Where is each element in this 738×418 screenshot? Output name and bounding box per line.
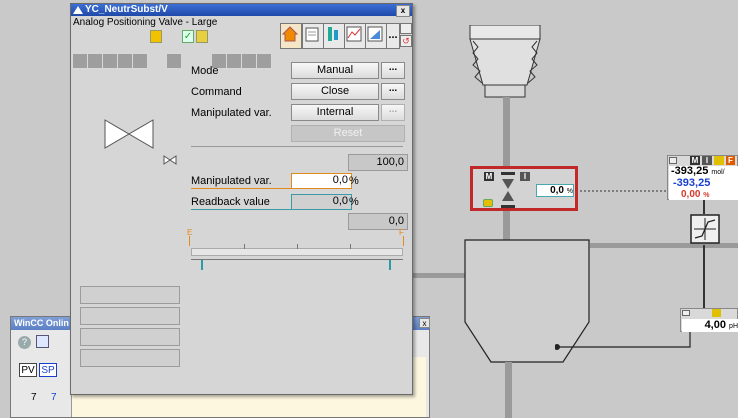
flow-mode-i-badge: I xyxy=(702,156,712,165)
wincc-close-button[interactable]: x xyxy=(419,318,430,328)
faceplate-titlebar[interactable]: YC_NeutrSubst/V x xyxy=(71,4,412,17)
signal-line-ph xyxy=(555,328,691,350)
readback-underline xyxy=(191,209,291,210)
mode-more-button[interactable]: ... xyxy=(381,62,405,79)
ph-hand-icon xyxy=(712,309,721,317)
signal-line-flow xyxy=(576,190,668,192)
valve-mode-m-badge: M xyxy=(484,172,494,181)
toolbar-lock-icon[interactable] xyxy=(150,30,162,43)
readback-value-field: 0,0 xyxy=(291,194,352,210)
flow-mode-m-badge: M xyxy=(690,156,700,165)
pipe-vessel-outlet xyxy=(505,362,512,418)
flow-flag-badge: F xyxy=(726,156,735,165)
status-box-2 xyxy=(80,307,180,325)
home-view-icon[interactable] xyxy=(280,23,302,49)
wincc-pv-button[interactable]: PV xyxy=(19,363,37,377)
valve-output-value: 0,0 % xyxy=(536,184,574,197)
toolbar-slot-4[interactable] xyxy=(117,53,133,69)
manipulated-source-button[interactable]: Internal xyxy=(291,104,379,121)
toolbar-slot-6[interactable] xyxy=(166,53,182,69)
status-box-1 xyxy=(80,286,180,304)
faceplate-subtitle: Analog Positioning Valve - Large xyxy=(73,17,218,28)
valve-symbol-icon xyxy=(104,119,154,149)
status-box-3 xyxy=(80,328,180,346)
readback-marker xyxy=(389,260,391,270)
preview-view-icon[interactable] xyxy=(302,23,324,49)
trend-view-icon[interactable] xyxy=(344,23,366,49)
faceplate-close-button[interactable]: x xyxy=(396,5,410,17)
flow-hand-icon xyxy=(714,156,724,165)
command-label: Command xyxy=(191,86,242,98)
toolbar-slot-5[interactable] xyxy=(132,53,148,69)
toolbar-hand-icon[interactable] xyxy=(196,30,208,43)
manipulated-value-underline xyxy=(191,188,291,189)
command-more-button[interactable]: ... xyxy=(381,83,405,100)
bargraph-track xyxy=(191,248,403,256)
manipulated-value-field[interactable]: 0,0 xyxy=(291,173,352,189)
manipulated-value-unit: % xyxy=(349,175,359,187)
limits-view-icon[interactable] xyxy=(323,23,345,49)
ph-block-minimize-icon[interactable] xyxy=(682,310,690,316)
reset-button: Reset xyxy=(291,125,405,142)
pipe-horizontal-left xyxy=(412,273,467,278)
back-icon[interactable]: ↺ xyxy=(400,35,412,47)
wincc-table-icon[interactable] xyxy=(36,335,49,348)
high-limit-value: 100,0 xyxy=(348,154,408,171)
valve-mode-i-badge: I xyxy=(520,172,530,181)
flow-values: -393,25 mol/ -393,25 0,00 % xyxy=(669,166,738,200)
faceplate-window[interactable]: YC_NeutrSubst/V x Analog Positioning Val… xyxy=(70,3,413,395)
valve-hourglass-icon xyxy=(501,172,515,208)
manipulated-source-label: Manipulated var. xyxy=(191,107,272,119)
more-views-button[interactable]: ... xyxy=(386,23,400,49)
pin-icon[interactable] xyxy=(400,23,412,34)
signal-line-function-lower xyxy=(703,245,705,308)
readback-value-unit: % xyxy=(349,196,359,208)
status-box-4 xyxy=(80,349,180,367)
flow-block[interactable]: M I F -393,25 mol/ -393,25 0,00 % xyxy=(667,155,738,200)
flow-pv-value: -393,25 xyxy=(671,165,709,177)
toolbar-slot-3[interactable] xyxy=(102,53,118,69)
flow-sp-value: -393,25 xyxy=(673,177,711,189)
valve-block[interactable]: M I 0,0 % xyxy=(470,166,578,211)
toolbar-check-icon[interactable]: ✓ xyxy=(182,30,194,43)
mode-label: Mode xyxy=(191,65,219,77)
mode-button[interactable]: Manual xyxy=(291,62,379,79)
readback-label: Readback value xyxy=(191,196,270,208)
wincc-help-icon[interactable]: ? xyxy=(18,336,31,349)
ph-value-box: 4,00 pH xyxy=(682,319,738,332)
ramp-view-icon[interactable] xyxy=(365,23,387,49)
command-button[interactable]: Close xyxy=(291,83,379,100)
wincc-axis-label-7b: 7 xyxy=(51,392,57,403)
flow-block-minimize-icon[interactable] xyxy=(669,157,677,164)
window-app-icon xyxy=(73,6,83,14)
toolbar-slot-10[interactable] xyxy=(256,53,272,69)
toolbar-slot-9[interactable] xyxy=(241,53,257,69)
wincc-title: WinCC Onlin xyxy=(14,318,69,328)
manipulated-source-more-button: ... xyxy=(381,104,405,121)
toolbar-slot-8[interactable] xyxy=(226,53,242,69)
valve-hand-icon xyxy=(483,199,493,207)
valve-small-icon xyxy=(163,155,177,165)
wincc-sp-button[interactable]: SP xyxy=(39,363,57,377)
bargraph-baseline xyxy=(191,259,403,260)
wincc-axis-label-7a: 7 xyxy=(31,392,37,403)
function-block-icon xyxy=(690,214,720,244)
manipulated-marker xyxy=(201,260,203,270)
ph-block[interactable]: 4,00 pH xyxy=(680,308,738,332)
separator-line xyxy=(191,146,403,147)
faceplate-title: YC_NeutrSubst/V xyxy=(85,4,168,15)
toolbar-slot-2[interactable] xyxy=(87,53,103,69)
toolbar-slot-1[interactable] xyxy=(72,53,88,69)
manipulated-value-label: Manipulated var. xyxy=(191,175,272,187)
flow-out-value: 0,00 xyxy=(681,189,701,200)
position-bargraph: E F xyxy=(187,228,407,277)
signal-line-function xyxy=(703,200,705,214)
